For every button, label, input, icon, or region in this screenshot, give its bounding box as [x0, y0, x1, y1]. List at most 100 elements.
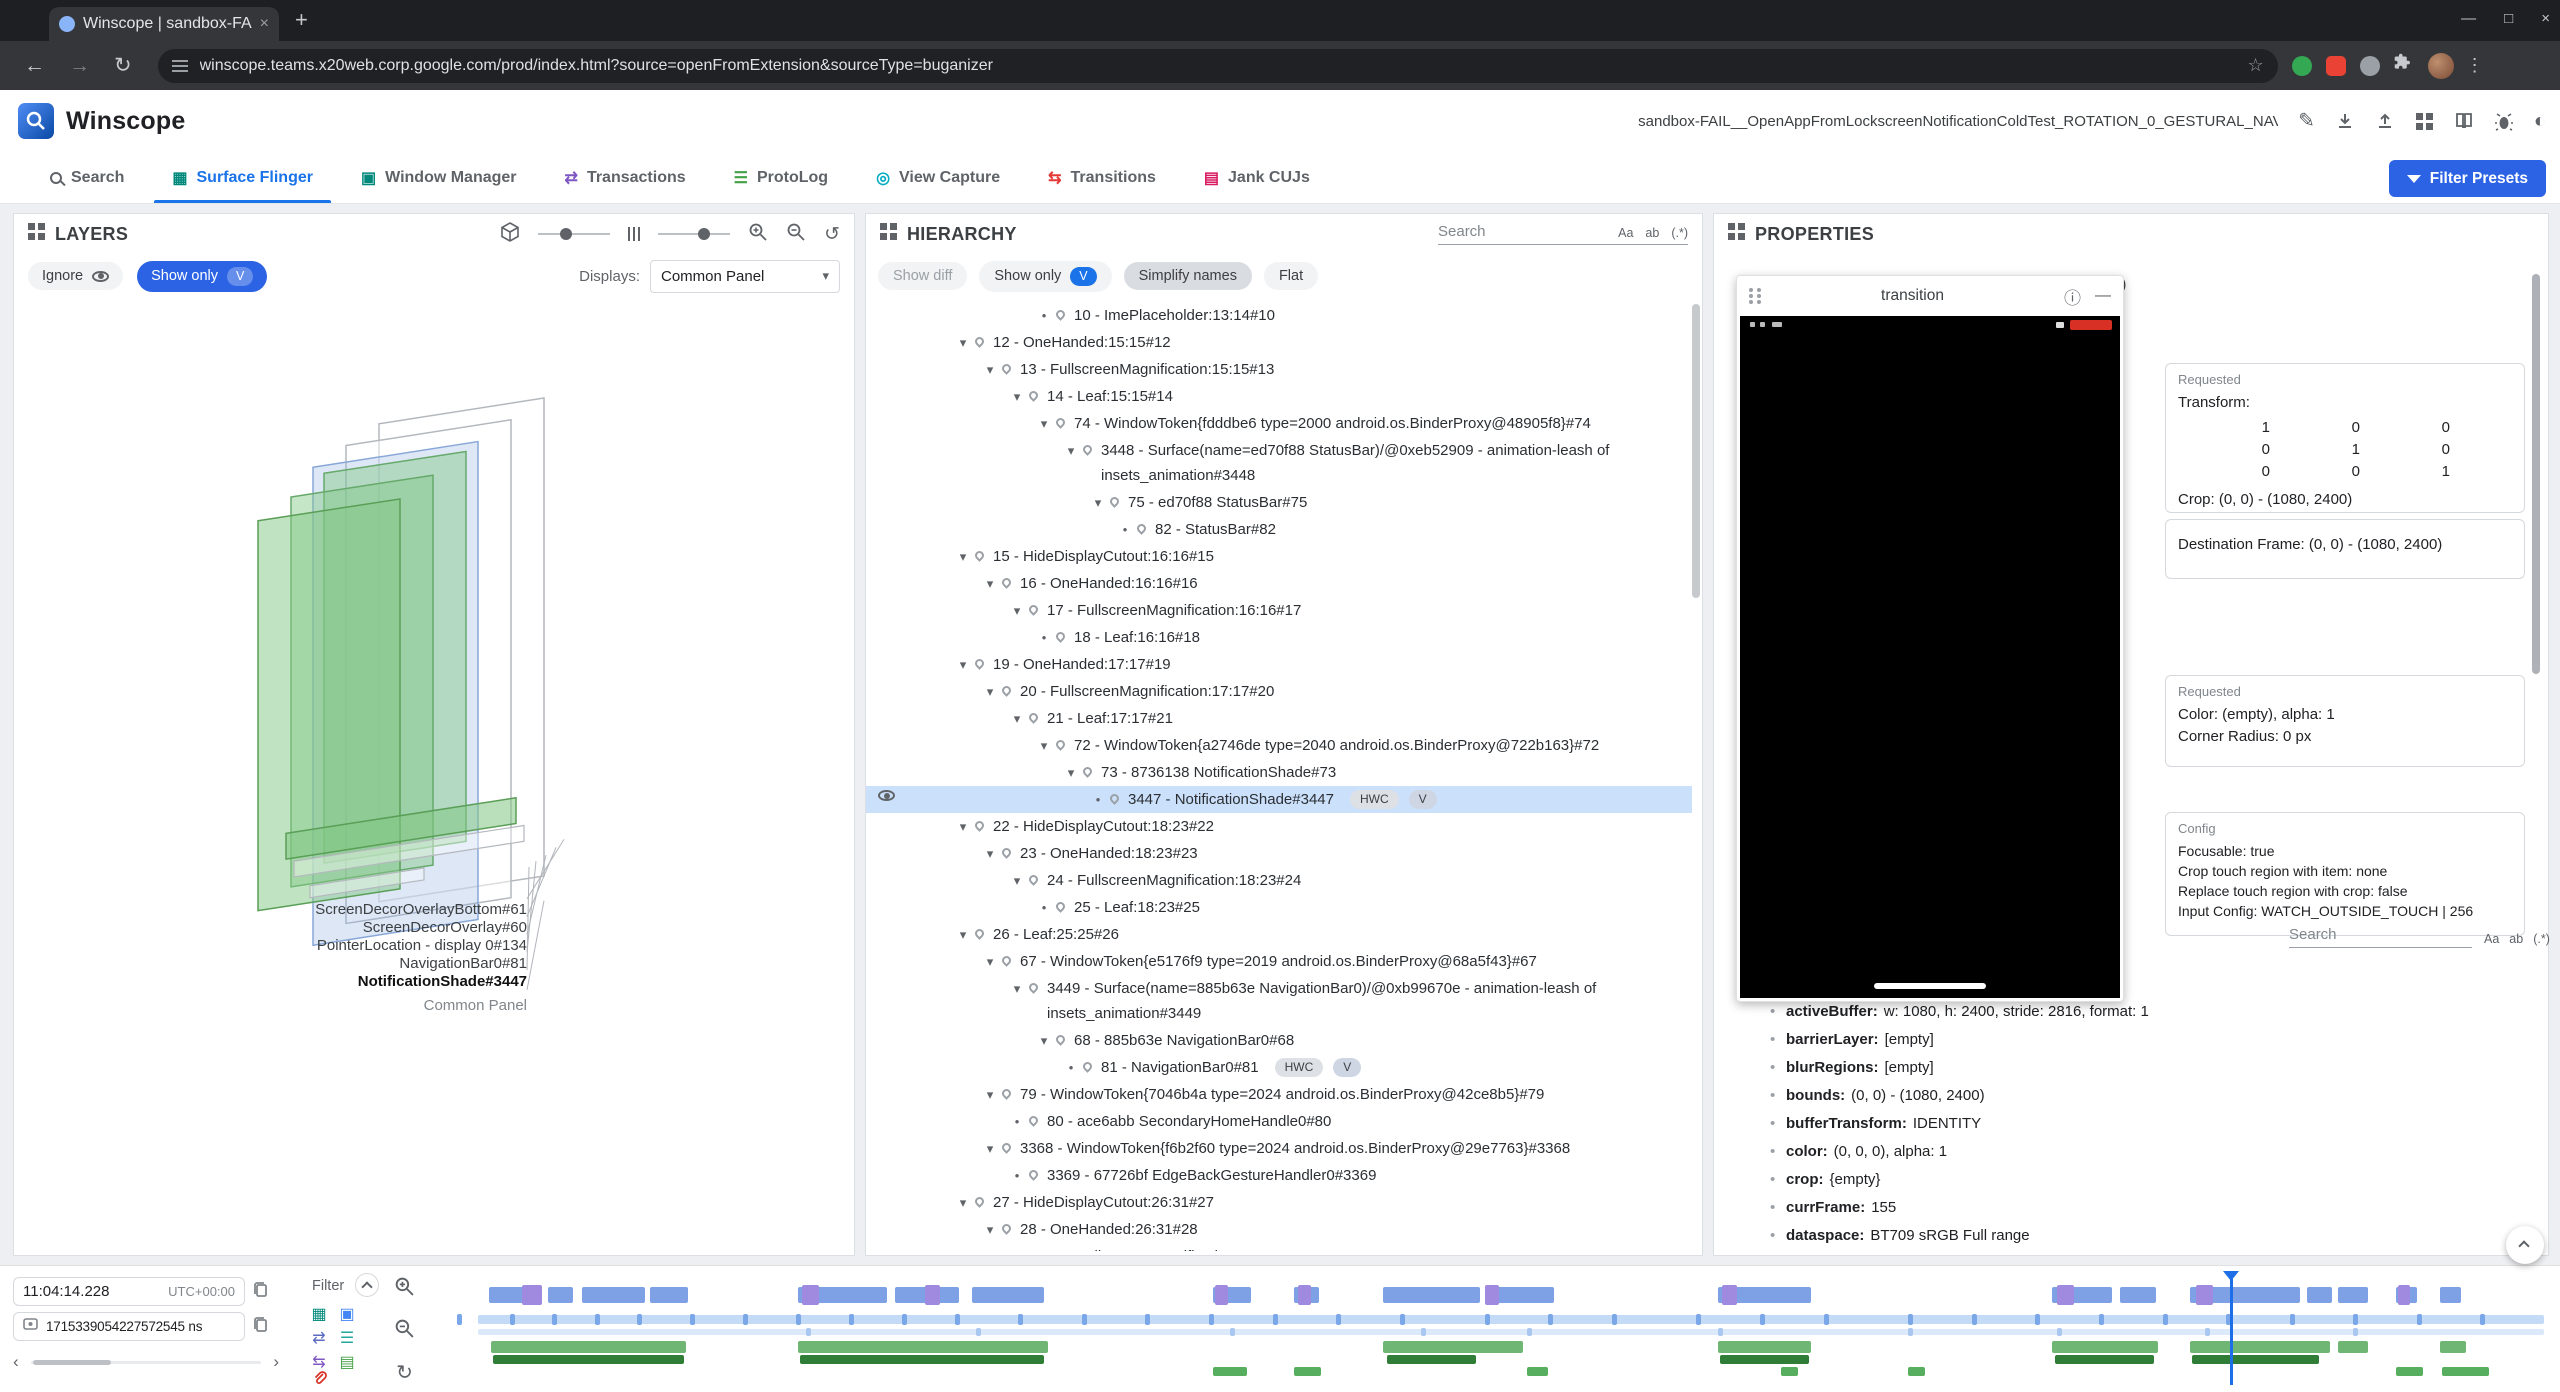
cross-tool-icon[interactable] — [2415, 112, 2434, 131]
back-button[interactable]: ← — [24, 54, 45, 78]
protolog-trace-icon[interactable]: ☰ — [338, 1330, 356, 1348]
transition-card[interactable]: transition ⓘ — — [1736, 275, 2124, 1002]
match-case-icon[interactable]: Aa — [1618, 226, 1633, 240]
pin-icon[interactable] — [1000, 362, 1013, 375]
hierarchy-node[interactable]: ▾73 - 8736138 NotificationShade#73 — [866, 759, 1692, 786]
hierarchy-node[interactable]: ▾13 - FullscreenMagnification:15:15#13 — [866, 356, 1692, 383]
properties-search-input[interactable]: Search — [2289, 926, 2472, 948]
whole-word-icon[interactable]: ab — [1645, 226, 1659, 240]
show-in-3d-eye-icon[interactable] — [878, 790, 895, 801]
pin-icon[interactable] — [1000, 846, 1013, 859]
tab-view-capture[interactable]: ◎ View Capture — [852, 152, 1024, 203]
pin-icon[interactable] — [1027, 389, 1040, 402]
pin-icon[interactable] — [1054, 416, 1067, 429]
layer-label[interactable]: NavigationBar0#81 — [399, 955, 527, 972]
hierarchy-node[interactable]: ▾3368 - WindowToken{f6b2f60 type=2024 an… — [866, 1135, 1692, 1162]
tab-window-manager[interactable]: ▣ Window Manager — [337, 152, 541, 203]
hierarchy-node[interactable]: ▾27 - HideDisplayCutout:26:31#27 — [866, 1189, 1692, 1216]
new-tab-button[interactable]: + — [295, 8, 308, 32]
hierarchy-node[interactable]: •81 - NavigationBar0#81HWCV — [866, 1054, 1692, 1081]
timeline-segment[interactable] — [1383, 1341, 1523, 1353]
properties-scrollbar[interactable] — [2532, 274, 2540, 674]
expand-arrow-icon[interactable]: ▾ — [953, 330, 973, 355]
timeline-segment[interactable] — [2055, 1355, 2155, 1364]
timeline-segment[interactable] — [2440, 1341, 2465, 1353]
expand-arrow-icon[interactable]: ▾ — [980, 841, 1000, 866]
property-row[interactable]: •bounds:(0, 0) - (1080, 2400) — [1714, 1082, 2548, 1110]
edit-file-icon[interactable]: ✎ — [2298, 110, 2315, 132]
show-only-v-button[interactable]: Show only V — [979, 261, 1111, 292]
refresh-button[interactable]: ↻ — [114, 53, 132, 78]
timeline-segment[interactable] — [2190, 1341, 2330, 1353]
timeline-zoom-out-icon[interactable] — [394, 1318, 415, 1344]
scroll-right-icon[interactable]: › — [273, 1352, 279, 1372]
timeline-segment[interactable] — [1781, 1367, 1798, 1376]
tab-protolog[interactable]: ☰ ProtoLog — [710, 152, 852, 203]
pin-icon[interactable] — [1000, 684, 1013, 697]
expand-arrow-icon[interactable]: ▾ — [953, 922, 973, 947]
surface-flinger-trace-icon[interactable]: ▦ — [310, 1306, 328, 1324]
hierarchy-node[interactable]: •25 - Leaf:18:23#25 — [866, 894, 1692, 921]
bug-report-icon[interactable] — [2494, 111, 2514, 131]
filter-presets-button[interactable]: Filter Presets — [2389, 160, 2546, 197]
hierarchy-node[interactable]: ▾15 - HideDisplayCutout:16:16#15 — [866, 543, 1692, 570]
hierarchy-node[interactable]: •3369 - 67726bf EdgeBackGestureHandler0#… — [866, 1162, 1692, 1189]
hierarchy-node[interactable]: ▾75 - ed70f88 StatusBar#75 — [866, 489, 1692, 516]
pin-icon[interactable] — [1081, 443, 1094, 456]
hierarchy-node[interactable]: ▾26 - Leaf:25:25#26 — [866, 921, 1692, 948]
timeline-segment[interactable] — [1722, 1285, 1737, 1305]
regex-icon[interactable]: (.*) — [2533, 932, 2550, 946]
tab-close-icon[interactable]: × — [260, 15, 269, 33]
ignore-toggle[interactable]: Ignore — [28, 262, 123, 290]
hierarchy-node[interactable]: ▾22 - HideDisplayCutout:18:23#22 — [866, 813, 1692, 840]
url-bar[interactable]: winscope.teams.x20web.corp.google.com/pr… — [158, 49, 2278, 83]
show-only-v-toggle[interactable]: Show only V — [137, 261, 267, 292]
timeline-segment[interactable] — [1213, 1367, 1247, 1376]
pin-icon[interactable] — [1135, 522, 1148, 535]
timeline-segment[interactable] — [1908, 1367, 1925, 1376]
transactions-trace-icon[interactable]: ⇄ — [310, 1330, 328, 1348]
tab-transitions[interactable]: ⇆ Transitions — [1024, 152, 1180, 203]
layer-label[interactable]: ScreenDecorOverlay#60 — [363, 919, 527, 936]
hierarchy-node[interactable]: ▾68 - 885b63e NavigationBar0#68 — [866, 1027, 1692, 1054]
expand-arrow-icon[interactable]: ▾ — [980, 1217, 1000, 1242]
hierarchy-node[interactable]: •80 - ace6abb SecondaryHomeHandle0#80 — [866, 1108, 1692, 1135]
timeline-segment[interactable] — [582, 1287, 646, 1303]
property-row[interactable]: •crop:{empty} — [1714, 1166, 2548, 1194]
expand-arrow-icon[interactable]: ▾ — [953, 814, 973, 839]
pin-icon[interactable] — [973, 1195, 986, 1208]
layer-label[interactable]: ScreenDecorOverlayBottom#61 — [315, 901, 527, 918]
3d-view-icon[interactable] — [500, 222, 520, 247]
pin-icon[interactable] — [1054, 308, 1067, 321]
timeline-mini-scrollbar[interactable]: ‹ › — [13, 1352, 279, 1372]
collapse-timeline-fab[interactable] — [2506, 1226, 2544, 1264]
pin-icon[interactable] — [1027, 711, 1040, 724]
timeline-segment[interactable] — [1491, 1287, 1555, 1303]
pin-icon[interactable] — [1108, 495, 1121, 508]
bookmark-star-icon[interactable]: ☆ — [2247, 55, 2263, 76]
property-row[interactable]: •bufferTransform:IDENTITY — [1714, 1110, 2548, 1138]
timeline-segment[interactable] — [2057, 1285, 2074, 1305]
hierarchy-node[interactable]: •82 - StatusBar#82 — [866, 516, 1692, 543]
tab-transactions[interactable]: ⇄ Transactions — [541, 152, 710, 203]
extensions-puzzle-icon[interactable] — [2394, 53, 2414, 78]
timeline-segment[interactable] — [1527, 1367, 1548, 1376]
documentation-book-icon[interactable] — [2454, 111, 2474, 131]
pin-icon[interactable] — [973, 549, 986, 562]
forward-button[interactable]: → — [69, 54, 90, 78]
browser-tab[interactable]: Winscope | sandbox-FAI... × — [49, 7, 279, 41]
timeline-segment[interactable] — [493, 1355, 684, 1364]
expand-arrow-icon[interactable]: ▾ — [1034, 1028, 1054, 1053]
expand-arrow-icon[interactable]: ▾ — [1061, 438, 1081, 463]
copy-time-icon[interactable] — [252, 1280, 274, 1302]
timeline-segment[interactable] — [802, 1285, 819, 1305]
scroll-left-icon[interactable]: ‹ — [13, 1352, 19, 1372]
expand-arrow-icon[interactable]: ▾ — [1007, 976, 1027, 1001]
hierarchy-node[interactable]: ▾21 - Leaf:17:17#21 — [866, 705, 1692, 732]
hierarchy-search-input[interactable]: Search Aa ab (.*) — [1438, 223, 1688, 245]
expand-arrow-icon[interactable]: ▾ — [1007, 868, 1027, 893]
expand-arrow-icon[interactable]: ▾ — [1007, 706, 1027, 731]
pin-icon[interactable] — [1054, 900, 1067, 913]
timeline-segment[interactable] — [548, 1287, 573, 1303]
timeline-segment[interactable] — [925, 1285, 940, 1305]
